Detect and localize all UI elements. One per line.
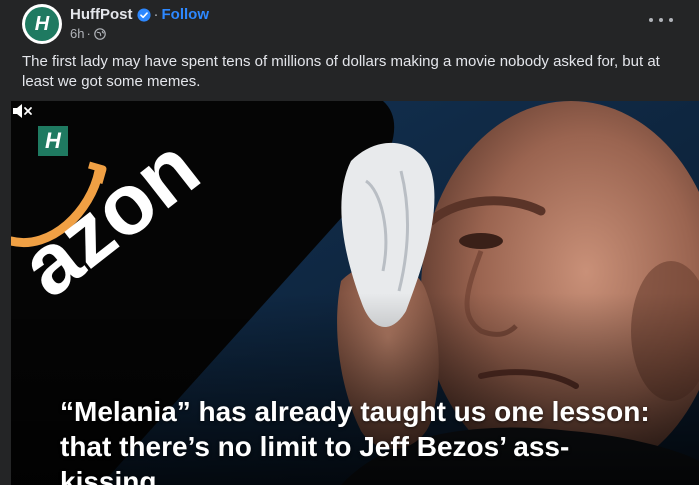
muted-speaker-icon[interactable] <box>11 101 33 121</box>
globe-icon[interactable] <box>94 28 106 40</box>
post-caption: The first lady may have spent tens of mi… <box>22 53 660 90</box>
post-timestamp[interactable]: 6h <box>70 26 84 42</box>
more-dot <box>669 18 673 22</box>
avatar-letter: H <box>34 12 50 35</box>
post-meta: HuffPost · Follow 6h · <box>70 6 209 42</box>
page-name-link[interactable]: HuffPost <box>70 6 133 24</box>
more-dot <box>649 18 653 22</box>
verified-badge-icon <box>136 8 151 22</box>
more-dot <box>659 18 663 22</box>
post-header: H HuffPost · Follow 6h · <box>22 4 679 44</box>
headline-line-2: that there’s no limit to Jeff Bezos’ ass… <box>60 431 570 485</box>
headline-line-1: “Melania” has already taught us one less… <box>60 396 650 427</box>
feed-post: H HuffPost · Follow 6h · The first lady … <box>0 0 699 485</box>
video-headline: “Melania” has already taught us one less… <box>60 394 660 485</box>
page-avatar[interactable]: H <box>22 4 62 44</box>
avatar-logo: H <box>25 7 59 41</box>
time-separator: · <box>86 26 91 41</box>
time-row: 6h · <box>70 26 209 42</box>
name-separator: · <box>153 6 159 23</box>
post-video[interactable]: azon H “Melania” has already taught us o… <box>11 101 699 485</box>
name-row: HuffPost · Follow <box>70 6 209 24</box>
follow-button[interactable]: Follow <box>162 6 210 24</box>
more-options-button[interactable] <box>649 10 673 30</box>
huffpost-logo: H <box>38 126 68 156</box>
